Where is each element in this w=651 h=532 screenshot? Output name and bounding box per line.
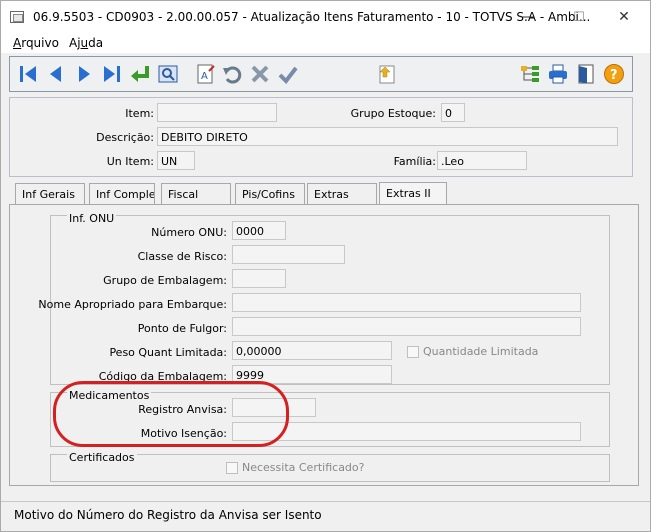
tree-structure-icon[interactable] [518,62,542,86]
item-field[interactable] [157,103,277,122]
title-bar[interactable]: 06.9.5503 - CD0903 - 2.00.00.057 - Atual… [1,1,650,33]
necessita-certificado-box[interactable] [226,461,238,474]
menu-arquivo[interactable]: Arquivo [13,36,59,50]
numero-onu-field[interactable]: 0000 [232,221,286,240]
print-icon[interactable] [546,62,570,86]
grupo-embalagem-label: Grupo de Embalagem: [103,274,227,287]
ponto-fulgor-field[interactable] [232,317,581,336]
classe-risco-label: Classe de Risco: [137,250,227,263]
tab-inf-complem[interactable]: Inf Complem [89,183,155,205]
toolbar: A ? [9,56,633,92]
grupo-estoque-field[interactable]: 0 [441,103,465,122]
grupo-embalagem-field[interactable] [232,269,286,288]
inf-onu-title: Inf. ONU [67,212,117,225]
status-bar: Motivo do Número do Registro da Anvisa s… [1,501,650,531]
peso-quant-field[interactable]: 0,00000 [232,341,392,360]
status-text: Motivo do Número do Registro da Anvisa s… [14,508,322,522]
exit-door-icon[interactable] [574,62,598,86]
menu-bar: Arquivo Ajuda [1,33,650,53]
certificados-title: Certificados [67,451,137,464]
certificados-group: Certificados Necessita Certificado? [50,451,610,482]
minimize-button[interactable]: — [504,1,550,33]
tab-extras-ii[interactable]: Extras II [379,182,447,205]
menu-arquivo-label: rquivo [21,36,59,50]
un-item-field[interactable]: UN [157,151,195,170]
next-record-icon[interactable] [72,62,96,86]
first-record-icon[interactable] [16,62,40,86]
tab-extras[interactable]: Extras [307,183,377,205]
quantidade-limitada-label: Quantidade Limitada [423,345,539,358]
previous-record-icon[interactable] [44,62,68,86]
necessita-certificado-checkbox[interactable]: Necessita Certificado? [226,461,365,474]
edit-icon[interactable]: A [194,62,218,86]
peso-quant-label: Peso Quant Limitada: [109,346,227,359]
maximize-button[interactable]: ☐ [556,1,602,33]
item-label: Item: [125,107,154,120]
familia-label: Família: [393,155,436,168]
grupo-estoque-label: Grupo Estoque: [350,107,436,120]
upload-document-icon[interactable] [374,62,398,86]
descricao-field[interactable]: DEBITO DIRETO [157,127,618,146]
numero-onu-label: Número ONU: [151,226,227,239]
menu-ajuda-label-start: Aj [69,36,81,50]
last-record-icon[interactable] [100,62,124,86]
nome-apropriado-field[interactable] [232,293,581,312]
goto-icon[interactable] [128,62,152,86]
help-icon[interactable]: ? [602,62,626,86]
tab-pis-cofins[interactable]: Pis/Cofins [235,183,305,205]
tab-inf-gerais[interactable]: Inf Gerais [15,183,85,205]
descricao-label: Descrição: [96,131,154,144]
close-button[interactable]: ✕ [601,1,647,33]
menu-arquivo-mnemonic: A [13,36,22,50]
highlight-annotation [53,381,289,447]
svg-text:?: ? [610,68,618,83]
quantidade-limitada-checkbox[interactable]: Quantidade Limitada [407,345,538,358]
quantidade-limitada-box[interactable] [407,345,419,358]
search-icon[interactable] [156,62,180,86]
app-icon [10,11,24,23]
nome-apropriado-label: Nome Apropriado para Embarque: [38,298,227,311]
tab-fiscal[interactable]: Fiscal [161,183,231,205]
inf-onu-group: Inf. ONU Número ONU: 0000 Classe de Risc… [38,212,610,385]
menu-ajuda-label-end: da [88,36,104,50]
delete-icon[interactable] [248,62,272,86]
menu-ajuda-mnemonic: u [80,36,89,50]
header-panel: Item: Grupo Estoque: 0 Descrição: DEBITO… [9,97,633,177]
classe-risco-field[interactable] [232,245,345,264]
necessita-certificado-label: Necessita Certificado? [242,461,365,474]
confirm-icon[interactable] [276,62,300,86]
ponto-fulgor-label: Ponto de Fulgor: [137,322,227,335]
menu-ajuda[interactable]: Ajuda [69,36,103,50]
svg-text:A: A [201,71,208,82]
un-item-label: Un Item: [106,155,154,168]
application-window: 06.9.5503 - CD0903 - 2.00.00.057 - Atual… [0,0,651,532]
undo-icon[interactable] [220,62,244,86]
familia-field[interactable]: .Leo [437,151,527,170]
